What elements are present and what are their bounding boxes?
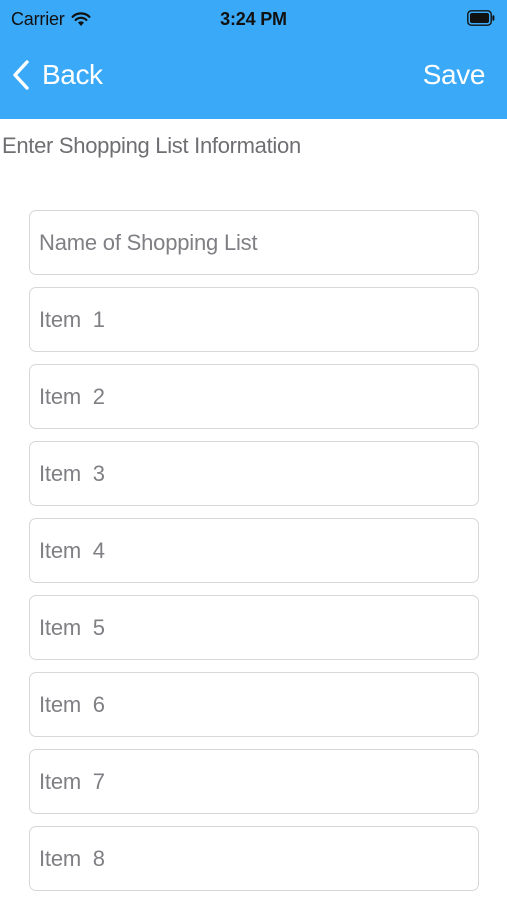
battery-icon xyxy=(467,10,495,26)
status-time: 3:24 PM xyxy=(220,9,287,29)
item-3-input[interactable] xyxy=(39,460,469,487)
item-field[interactable] xyxy=(29,749,479,814)
item-field[interactable] xyxy=(29,672,479,737)
item-field[interactable] xyxy=(29,595,479,660)
shopping-list-form xyxy=(29,210,479,903)
item-field[interactable] xyxy=(29,826,479,891)
item-field[interactable] xyxy=(29,518,479,583)
item-8-input[interactable] xyxy=(39,845,469,872)
item-5-input[interactable] xyxy=(39,614,469,641)
form-heading: Enter Shopping List Information xyxy=(2,133,301,158)
item-field[interactable] xyxy=(29,364,479,429)
list-name-field[interactable] xyxy=(29,210,479,275)
save-button[interactable]: Save xyxy=(423,58,486,92)
top-bar: Carrier 3:24 PM Back Save xyxy=(0,0,507,119)
back-button[interactable]: Back xyxy=(12,58,103,92)
item-2-input[interactable] xyxy=(39,383,469,410)
navigation-bar: Back Save xyxy=(0,40,507,119)
chevron-left-icon xyxy=(12,59,30,91)
back-label: Back xyxy=(42,59,103,90)
item-6-input[interactable] xyxy=(39,691,469,718)
item-field[interactable] xyxy=(29,287,479,352)
status-bar: Carrier 3:24 PM xyxy=(0,0,507,40)
item-1-input[interactable] xyxy=(39,306,469,333)
list-name-input[interactable] xyxy=(39,229,469,256)
item-4-input[interactable] xyxy=(39,537,469,564)
item-7-input[interactable] xyxy=(39,768,469,795)
item-field[interactable] xyxy=(29,441,479,506)
